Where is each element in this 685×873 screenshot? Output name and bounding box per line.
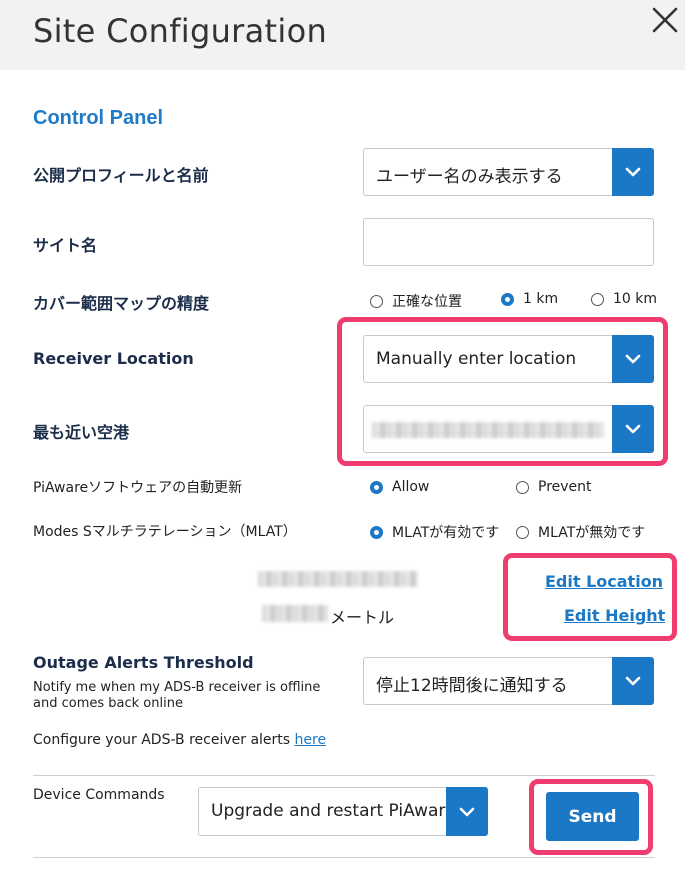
outage-select[interactable]: 停止12時間後に通知する <box>363 657 654 705</box>
mlat-label: Modes Sマルチラテレーション（MLAT） <box>33 524 297 540</box>
radio-icon[interactable] <box>591 292 604 306</box>
device-commands-value: Upgrade and restart PiAware <box>211 801 456 821</box>
site-name-label: サイト名 <box>33 236 98 255</box>
nearest-airport-label: 最も近い空港 <box>33 423 130 442</box>
coverage-option-label: 1 km <box>523 291 559 307</box>
mlat-enabled[interactable]: MLATが有効です <box>370 522 499 542</box>
coverage-label: カバー範囲マップの精度 <box>33 294 210 313</box>
auto-update-allow[interactable]: Allow <box>370 479 429 495</box>
highlight-location-box <box>337 317 668 466</box>
divider <box>33 857 655 858</box>
radio-selected-icon[interactable] <box>501 292 514 306</box>
highlight-send-button <box>529 779 653 855</box>
height-unit: メートル <box>330 608 395 627</box>
chevron-down-icon[interactable] <box>612 148 654 196</box>
mlat-option-label: MLATが無効です <box>538 525 646 541</box>
outage-label: Outage Alerts Threshold <box>33 653 254 672</box>
close-icon[interactable] <box>648 3 682 37</box>
auto-update-prevent[interactable]: Prevent <box>516 479 592 495</box>
divider <box>33 775 655 776</box>
dialog-header: Site Configuration <box>0 0 685 70</box>
outage-description-2: and comes back online <box>33 696 183 711</box>
auto-update-label: PiAwareソフトウェアの自動更新 <box>33 480 243 496</box>
chevron-down-icon[interactable] <box>446 787 488 836</box>
highlight-edit-links <box>503 553 677 641</box>
receiver-location-label: Receiver Location <box>33 349 194 368</box>
alerts-here-link[interactable]: here <box>295 732 327 748</box>
chevron-down-icon[interactable] <box>612 657 654 705</box>
coverage-option-label: 正確な位置 <box>392 294 462 310</box>
radio-selected-icon[interactable] <box>370 480 383 494</box>
profile-select[interactable]: ユーザー名のみ表示する <box>363 148 654 196</box>
redacted-height <box>262 605 328 622</box>
mlat-option-label: MLATが有効です <box>392 525 500 541</box>
coverage-option-exact[interactable]: 正確な位置 <box>370 291 462 311</box>
coverage-option-10km[interactable]: 10 km <box>591 291 657 307</box>
coverage-option-1km[interactable]: 1 km <box>501 291 558 307</box>
dialog-title: Site Configuration <box>33 12 328 50</box>
coverage-option-label: 10 km <box>613 291 658 307</box>
device-commands-label: Device Commands <box>33 787 165 803</box>
alerts-config-text: Configure your ADS-B receiver alerts her… <box>33 732 326 748</box>
auto-update-option-label: Allow <box>392 479 430 495</box>
control-panel-title: Control Panel <box>33 107 164 129</box>
radio-icon[interactable] <box>516 480 529 494</box>
radio-selected-icon[interactable] <box>370 525 383 539</box>
radio-icon[interactable] <box>516 525 529 539</box>
redacted-coordinates <box>258 571 418 587</box>
outage-select-value: 停止12時間後に通知する <box>376 676 568 696</box>
device-commands-select[interactable]: Upgrade and restart PiAware <box>198 787 488 836</box>
alerts-config-label: Configure your ADS-B receiver alerts <box>33 732 291 748</box>
auto-update-option-label: Prevent <box>538 479 592 495</box>
site-name-input[interactable] <box>363 218 654 266</box>
radio-icon[interactable] <box>370 294 383 308</box>
profile-label: 公開プロフィールと名前 <box>33 166 209 185</box>
mlat-disabled[interactable]: MLATが無効です <box>516 522 645 542</box>
profile-select-value: ユーザー名のみ表示する <box>376 167 563 187</box>
outage-description-1: Notify me when my ADS-B receiver is offl… <box>33 680 321 695</box>
